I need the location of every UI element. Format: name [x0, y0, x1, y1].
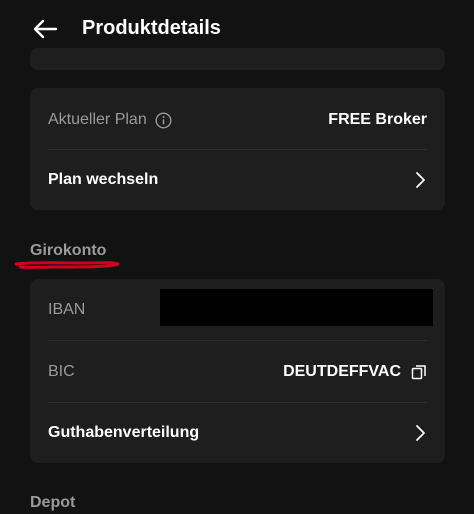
red-underline-annotation: [14, 261, 120, 269]
iban-label: IBAN: [48, 301, 86, 318]
previous-card: [30, 48, 445, 70]
plan-card: Aktueller Plan FREE Broker Plan wechseln: [30, 88, 445, 210]
arrow-left-icon: [33, 19, 58, 39]
divider: [48, 340, 427, 341]
chevron-right-icon: [416, 172, 425, 188]
balance-distribution-row[interactable]: Guthabenverteilung: [48, 403, 427, 463]
girokonto-card: IBAN BIC DEUTDEFFVAC Guthabenverteilung: [30, 279, 445, 463]
chevron-right-icon: [416, 425, 425, 441]
info-icon[interactable]: [155, 111, 172, 129]
current-plan-row: Aktueller Plan FREE Broker: [48, 90, 427, 150]
iban-redacted-value: [160, 289, 433, 326]
change-plan-label: Plan wechseln: [48, 171, 159, 188]
change-plan-row[interactable]: Plan wechseln: [48, 150, 427, 210]
copy-icon[interactable]: [411, 364, 427, 380]
depot-section-title: Depot: [30, 494, 76, 511]
current-plan-value: FREE Broker: [328, 111, 427, 128]
page-title: Produktdetails: [82, 17, 221, 39]
bic-value: DEUTDEFFVAC: [283, 363, 401, 380]
current-plan-label: Aktueller Plan: [48, 111, 147, 128]
back-button[interactable]: [30, 14, 60, 44]
balance-distribution-label: Guthabenverteilung: [48, 424, 200, 441]
bic-row: BIC DEUTDEFFVAC: [48, 342, 427, 402]
bic-label: BIC: [48, 363, 75, 380]
